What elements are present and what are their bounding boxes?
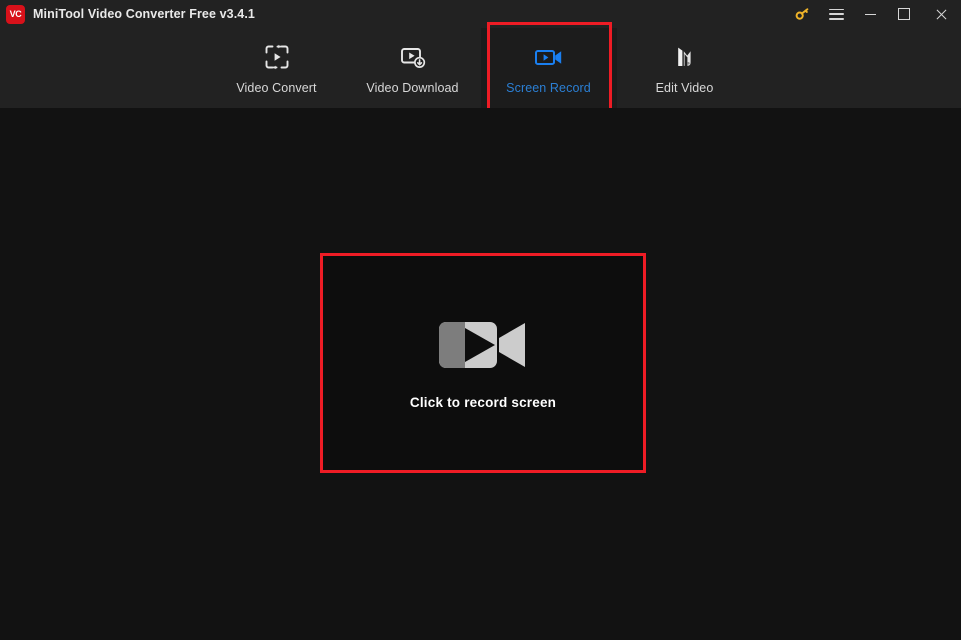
window-title: MiniTool Video Converter Free v3.4.1 xyxy=(33,7,255,21)
record-caption: Click to record screen xyxy=(409,394,557,410)
hamburger-menu-button[interactable] xyxy=(819,0,853,28)
nav-tab-video-download[interactable]: Video Download xyxy=(345,28,481,108)
video-convert-icon xyxy=(263,42,291,72)
content-stage: Click to record screen xyxy=(0,108,961,640)
nav-tab-label: Screen Record xyxy=(506,80,591,95)
nav-tab-label: Video Download xyxy=(366,80,459,95)
main-navigation: Video Convert Video Download Screen Reco… xyxy=(0,22,961,114)
app-logo-text: VC xyxy=(9,8,22,19)
edit-video-icon xyxy=(671,42,699,72)
maximize-icon xyxy=(898,8,910,20)
title-bar: VC MiniTool Video Converter Free v3.4.1 xyxy=(0,0,961,28)
camcorder-icon xyxy=(435,317,531,373)
nav-tab-edit-video[interactable]: Edit Video xyxy=(617,28,753,108)
app-window: VC MiniTool Video Converter Free v3.4.1 xyxy=(0,0,961,640)
key-icon xyxy=(795,7,808,20)
title-bar-left: VC MiniTool Video Converter Free v3.4.1 xyxy=(0,4,255,24)
hamburger-icon xyxy=(828,8,844,20)
nav-tab-label: Edit Video xyxy=(655,80,714,95)
minimize-button[interactable] xyxy=(853,0,887,28)
close-button[interactable] xyxy=(921,0,961,28)
nav-tab-label: Video Convert xyxy=(236,80,317,95)
click-to-record-screen-area[interactable]: Click to record screen xyxy=(320,253,646,473)
close-icon xyxy=(935,8,947,20)
video-download-icon xyxy=(399,42,427,72)
nav-tab-screen-record[interactable]: Screen Record xyxy=(480,28,617,108)
maximize-button[interactable] xyxy=(887,0,921,28)
nav-tab-video-convert[interactable]: Video Convert xyxy=(209,28,345,108)
key-activate-button[interactable] xyxy=(785,0,819,28)
minimize-icon xyxy=(864,13,876,15)
window-controls xyxy=(785,0,961,28)
app-logo-icon: VC xyxy=(6,4,25,24)
screen-record-icon xyxy=(534,42,564,72)
